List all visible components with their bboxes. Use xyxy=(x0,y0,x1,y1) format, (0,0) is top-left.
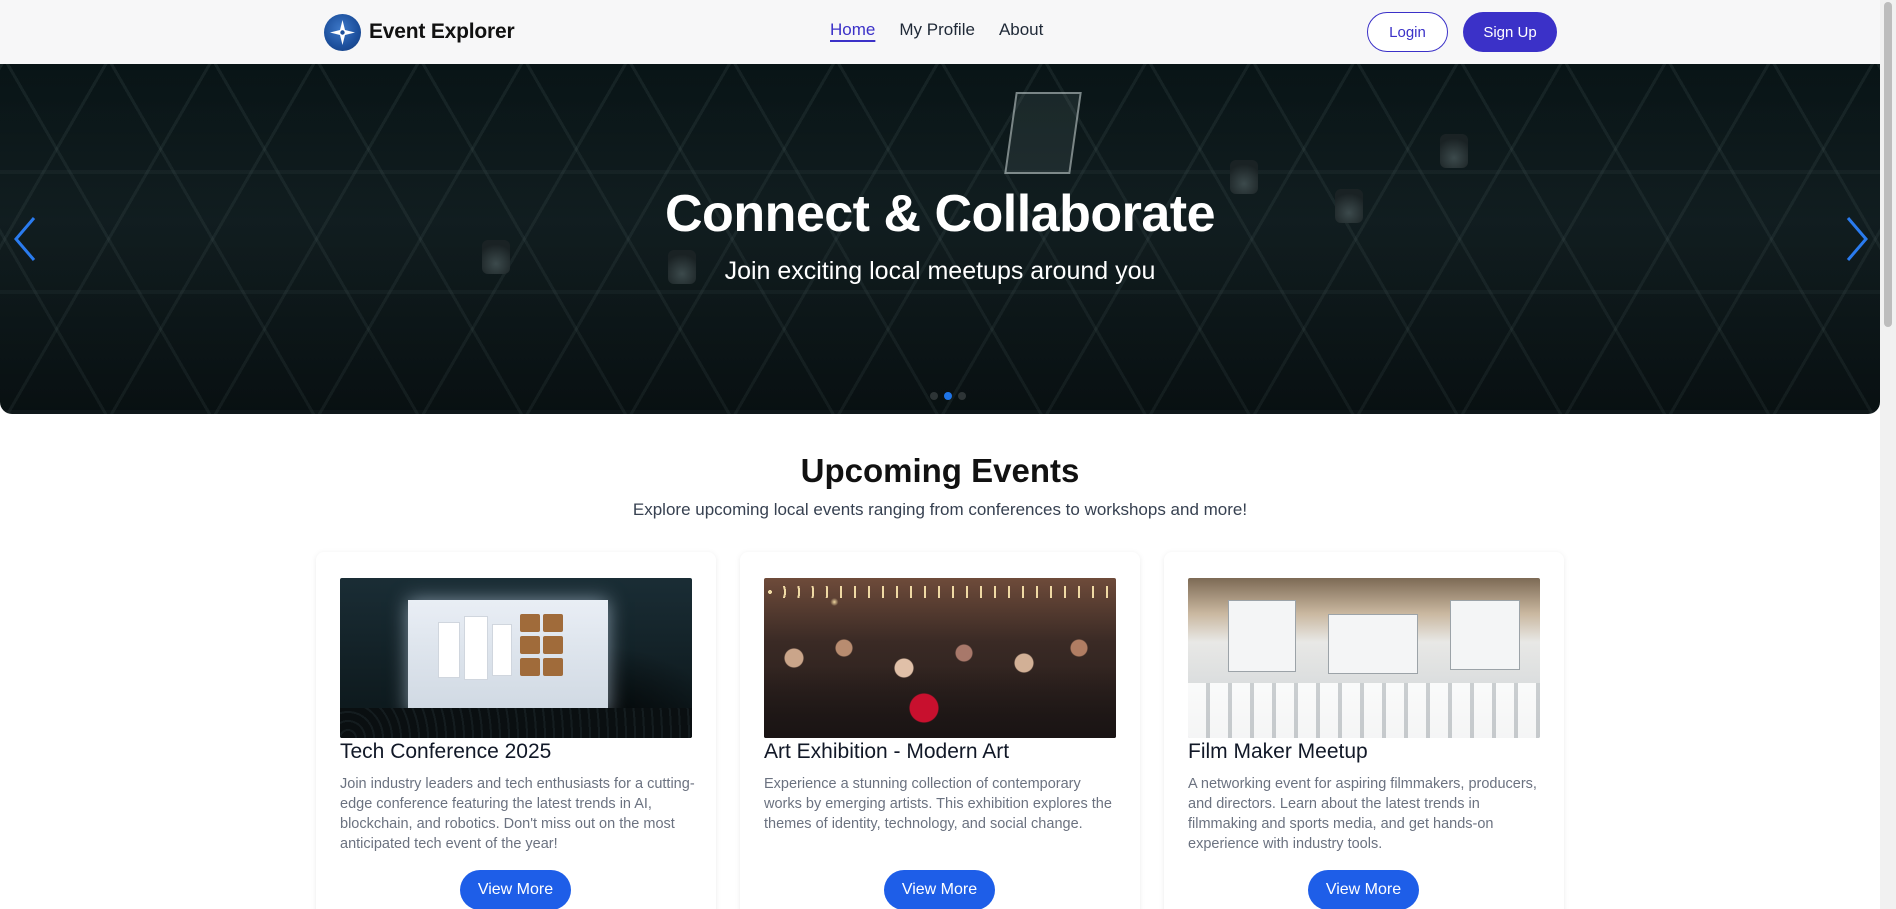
compass-logo-icon xyxy=(324,13,361,51)
carousel-dot-3[interactable] xyxy=(958,392,966,400)
brand-name: Event Explorer xyxy=(369,20,515,43)
projection-screen xyxy=(1328,614,1418,674)
view-more-button[interactable]: View More xyxy=(884,870,995,909)
projection-screen xyxy=(1228,600,1296,672)
login-button[interactable]: Login xyxy=(1367,12,1448,52)
scrollbar-thumb[interactable] xyxy=(1884,2,1892,327)
hero-title: Connect & Collaborate xyxy=(665,185,1216,243)
string-lights xyxy=(764,586,1116,598)
hero-background-light xyxy=(1440,134,1468,168)
nav-link-home[interactable]: Home xyxy=(830,20,875,40)
event-card: Film Maker Meetup A networking event for… xyxy=(1164,552,1564,909)
event-image xyxy=(340,578,692,738)
audience xyxy=(340,708,692,738)
view-more-button[interactable]: View More xyxy=(460,870,571,909)
nav-links: Home My Profile About xyxy=(830,20,1043,40)
hero-subtitle: Join exciting local meetups around you xyxy=(724,257,1156,285)
event-card: Tech Conference 2025 Join industry leade… xyxy=(316,552,716,909)
event-image xyxy=(1188,578,1540,738)
event-title: Tech Conference 2025 xyxy=(340,740,552,763)
view-more-button[interactable]: View More xyxy=(1308,870,1419,909)
page: Event Explorer Home My Profile About Log… xyxy=(0,0,1896,909)
event-description: Experience a stunning collection of cont… xyxy=(764,776,1112,832)
nav-link-my-profile[interactable]: My Profile xyxy=(899,20,975,40)
event-description: A networking event for aspiring filmmake… xyxy=(1188,776,1537,852)
carousel-indicators xyxy=(930,392,966,400)
page-scrollbar[interactable] xyxy=(1880,0,1896,909)
event-title: Art Exhibition - Modern Art xyxy=(764,740,1010,763)
section-subtitle: Explore upcoming local events ranging fr… xyxy=(632,500,1248,519)
nav-link-about[interactable]: About xyxy=(999,20,1043,40)
conference-tables xyxy=(1188,683,1540,738)
event-title: Film Maker Meetup xyxy=(1188,740,1368,763)
event-image xyxy=(764,578,1116,738)
presentation-screen xyxy=(408,600,608,715)
event-description: Join industry leaders and tech enthusias… xyxy=(340,776,695,852)
hero-carousel: Connect & Collaborate Join exciting loca… xyxy=(0,64,1880,414)
sign-up-button[interactable]: Sign Up xyxy=(1463,12,1557,52)
projection-screen xyxy=(1450,600,1520,670)
brand[interactable]: Event Explorer xyxy=(324,13,515,51)
hero-background-skylight xyxy=(1004,92,1082,174)
crowd xyxy=(764,618,1116,738)
carousel-dot-1[interactable] xyxy=(930,392,938,400)
section-title: Upcoming Events xyxy=(800,452,1080,489)
navbar: Event Explorer Home My Profile About Log… xyxy=(0,0,1880,64)
carousel-dot-2[interactable] xyxy=(944,392,952,400)
event-card: Art Exhibition - Modern Art Experience a… xyxy=(740,552,1140,909)
